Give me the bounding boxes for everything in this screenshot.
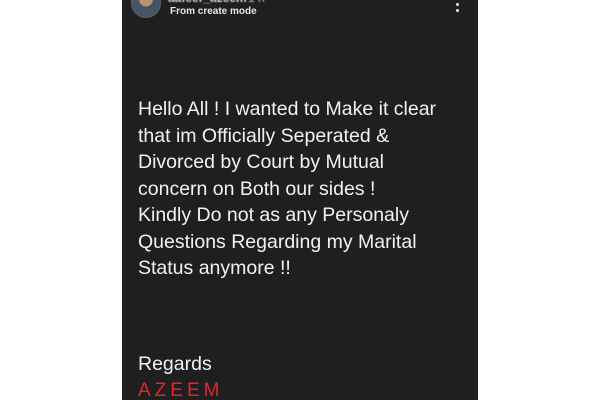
post-subtitle: From create mode — [170, 6, 257, 17]
story-card: aafeer_azeem 1 h From create mode Hello … — [122, 0, 478, 400]
story-header: aafeer_azeem 1 h From create mode — [122, 0, 478, 30]
more-vertical-icon[interactable] — [450, 0, 466, 14]
message-line: that im Officially Seperated & — [138, 124, 390, 147]
story-message: Hello All ! I wanted to Make it clear th… — [138, 96, 472, 282]
regards-text: Regards — [138, 353, 212, 375]
message-line: Divorced by Court by Mutual — [138, 151, 385, 173]
message-line: Kindly Do not as any Personaly — [138, 204, 409, 226]
message-line: Status anymore !! — [138, 257, 291, 279]
message-line: Questions Regarding my Marital — [138, 230, 417, 253]
avatar[interactable] — [131, 0, 161, 18]
post-time: 1 h — [248, 0, 265, 5]
message-line: concern on Both our sides ! — [138, 177, 376, 200]
message-line: Hello All ! I wanted to Make it clear — [138, 98, 437, 120]
signature-name: AZEEM — [138, 380, 224, 400]
username[interactable]: aafeer_azeem — [168, 0, 247, 5]
